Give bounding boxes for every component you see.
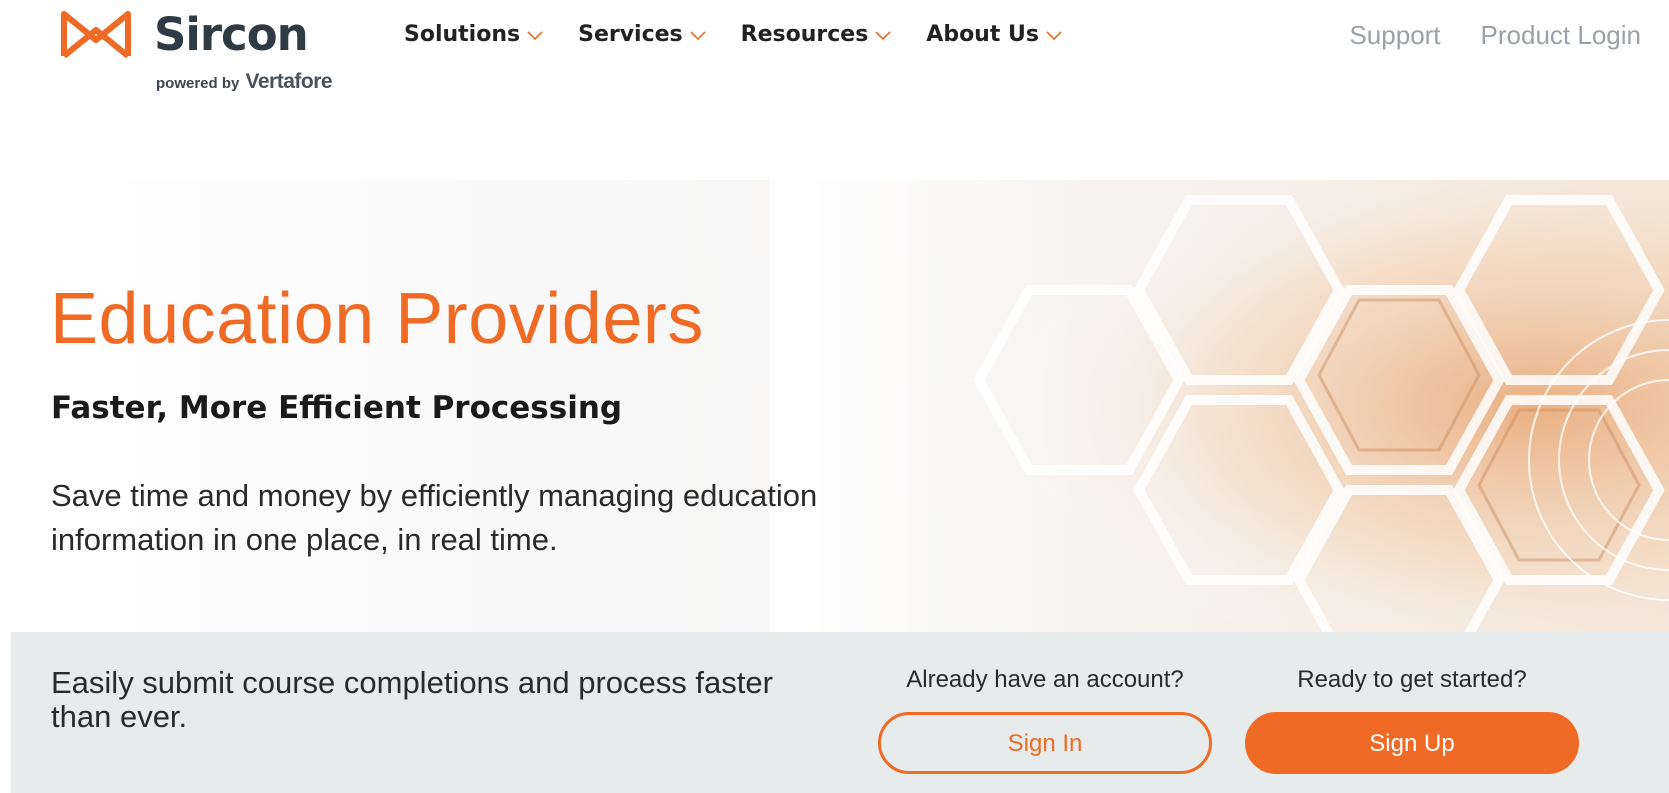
nav-item-solutions[interactable]: Solutions [404,22,544,47]
cta-band-text: Easily submit course completions and pro… [51,665,773,734]
signup-group: Ready to get started? Sign Up [1245,666,1579,774]
powered-by-label: powered by [156,75,240,92]
signup-prompt: Ready to get started? [1297,666,1527,693]
main-nav: Solutions Services Resources About Us [404,22,1097,47]
page-title: Education Providers [50,279,704,359]
brand-name: Sircon [154,8,309,61]
nav-item-label: Services [578,22,683,47]
nav-item-label: Solutions [404,22,521,47]
hexagon-background-image [769,180,1669,632]
signin-prompt: Already have an account? [906,666,1184,693]
nav-item-resources[interactable]: Resources [741,22,893,47]
sign-up-button[interactable]: Sign Up [1245,712,1579,774]
sircon-logo-icon [61,11,131,59]
hero-subtitle: Faster, More Efficient Processing [51,390,623,426]
nav-item-label: About Us [926,22,1039,47]
powered-by-text: powered by Vertafore [156,70,333,94]
chevron-down-icon [690,30,706,40]
hero-description: Save time and money by efficiently manag… [51,478,818,557]
product-login-link[interactable]: Product Login [1481,20,1641,51]
sign-in-button[interactable]: Sign In [878,712,1212,774]
cta-band: Easily submit course completions and pro… [11,632,1669,793]
chevron-down-icon [527,30,543,40]
signin-group: Already have an account? Sign In [878,666,1212,774]
chevron-down-icon [1046,30,1062,40]
vertafore-wordmark: Vertafore [245,70,333,93]
nav-item-label: Resources [740,22,869,47]
sircon-logo[interactable]: Sircon powered by Vertafore [60,6,360,96]
nav-item-services[interactable]: Services [578,22,707,47]
support-link[interactable]: Support [1349,20,1440,51]
chevron-down-icon [875,30,891,40]
nav-item-about-us[interactable]: About Us [926,22,1063,47]
utility-nav: Support Product Login [1349,20,1641,51]
site-header: Sircon powered by Vertafore Solutions Se… [0,0,1669,110]
